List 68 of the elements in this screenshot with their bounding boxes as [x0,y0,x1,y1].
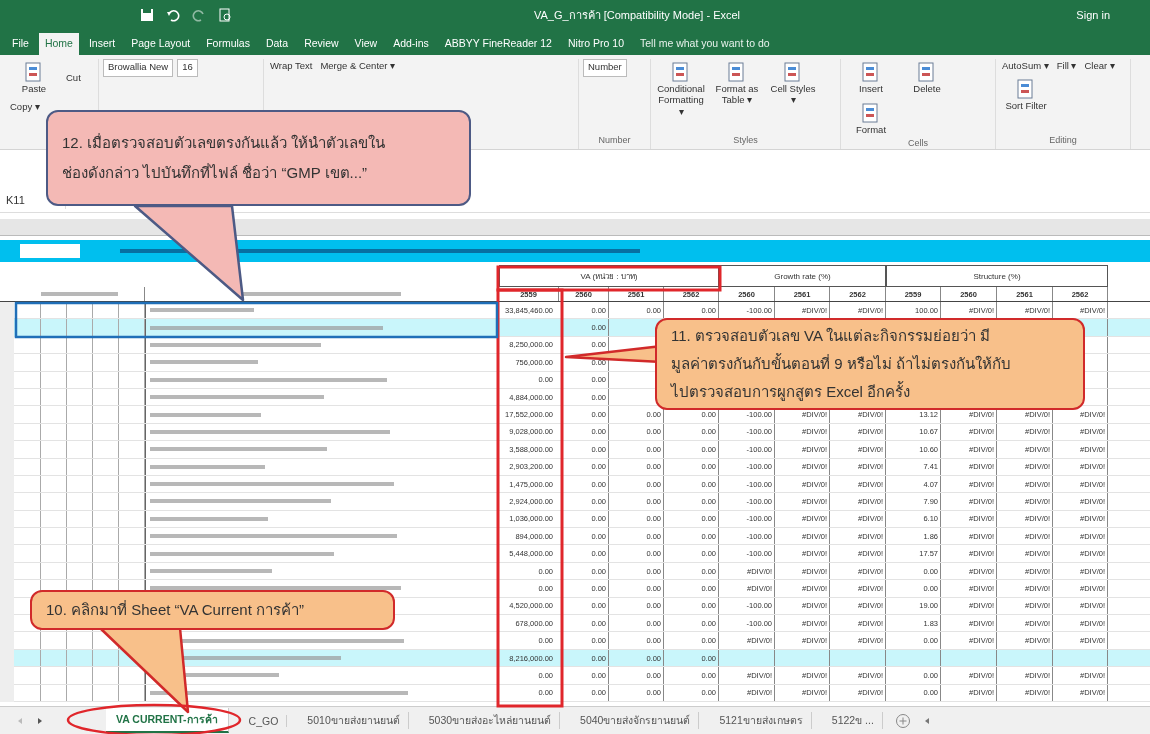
ribbon-button[interactable]: Fill ▾ [1054,59,1079,72]
ribbon-tab[interactable]: Add-ins [387,33,435,55]
column-group-header: Growth rate (%) [719,265,886,287]
ribbon-button[interactable]: Insert [845,59,897,97]
ribbon-tab[interactable]: Review [298,33,345,55]
group-label: Styles [732,135,759,147]
callout-text: 12. เมื่อตรวจสอบตัวเลขตรงกันแล้ว ให้นำตัวเลขใน [62,132,387,153]
sheet-tab[interactable]: 5122ข ... [823,712,883,729]
ribbon-button[interactable]: AutoSum ▾ [1000,59,1051,72]
ribbon-tab[interactable]: Nitro Pro 10 [561,33,630,55]
ribbon-button[interactable]: Sort Filter [1000,76,1052,114]
sheet-tab[interactable]: VA CURRENT-การค้า [106,708,229,733]
window-title: VA_G_การค้า [Compatibility Mode] - Excel [534,8,741,23]
document-icon [671,61,691,83]
ribbon-button[interactable]: Wrap Text [268,59,315,72]
ribbon-button[interactable]: Merge & Center ▾ [318,59,398,72]
ribbon-dropdown[interactable]: Browallia New [103,59,174,77]
ribbon-button[interactable]: Cut [64,59,83,97]
ribbon-button[interactable]: Format [845,100,897,138]
ribbon-button[interactable]: Copy ▾ [8,100,42,114]
sheet-tab[interactable]: 5030ขายส่งอะไหล่ยานยนต์ [420,712,561,729]
ribbon-tab[interactable]: Home [38,33,79,55]
ribbon-button[interactable]: Delete [901,59,953,97]
ribbon-button[interactable]: Cell Styles ▾ [767,59,819,120]
document-icon [783,61,803,83]
ribbon-dropdown[interactable]: Number [583,59,627,77]
document-icon [727,61,747,83]
document-icon [1016,78,1036,100]
ribbon-tab[interactable]: Data [259,33,295,55]
ribbon-button[interactable]: Conditional Formatting ▾ [655,59,707,120]
print-preview-icon[interactable] [218,8,232,22]
document-icon [861,61,881,83]
undo-icon[interactable] [166,8,180,22]
callout-text: มูลค่าตรงกันกับขั้นตอนที่ 9 หรือไม่ ถ้าไม่ตรงกันให้กับ [671,352,1012,375]
add-sheet-icon[interactable] [894,712,911,729]
ribbon-button[interactable]: Clear ▾ [1082,59,1117,72]
group-label: Number [597,135,632,147]
ribbon-tab[interactable]: Page Layout [125,33,197,55]
sheet-tab[interactable]: 5040ขายส่งจักรยานยนต์ [572,712,700,729]
callout-text: 10. คลิกมาที่ Sheet “VA Current การค้า” [46,599,305,620]
document-icon [917,61,937,83]
ribbon-tab[interactable]: Insert [82,33,122,55]
ribbon-tab[interactable]: File [6,33,35,55]
column-group-header: Structure (%) [886,265,1108,287]
ribbon-dropdown[interactable]: 16 [177,59,198,77]
group-label: Cells [907,137,929,149]
sign-in-link[interactable]: Sign in [1076,9,1110,21]
ribbon-tab[interactable]: ABBYY FineReader 12 [438,33,558,55]
redo-icon[interactable] [192,8,206,22]
ribbon-button[interactable]: Format as Table ▾ [711,59,763,120]
callout-text: 11. ตรวจสอบตัวเลข VA ในแต่ละกิจกรรมย่อยว่า มี [671,326,992,346]
form-label-drawing [20,244,80,258]
sheet-tab[interactable]: C_GO [240,714,288,727]
scroll-right-icon[interactable] [36,716,44,725]
name-box[interactable]: K11 [6,194,25,206]
callout-text: ไปตรวจสอบการผูกสูตร Excel อีกครั้ง [671,380,911,403]
sheet-tab[interactable]: 5010ขายส่งยานยนต์ [299,712,409,729]
save-icon[interactable] [140,8,154,22]
ribbon-tab[interactable]: Formulas [200,33,256,55]
column-group-header: VA (หน่วย : บาท) [499,265,719,287]
ribbon-tab[interactable]: View [348,33,384,55]
callout-text: ช่องดังกล่าว ไปบันทึกที่ไฟล์ ชื่อว่า “GMP เขต...” [62,162,369,183]
tell-me-search[interactable]: Tell me what you want to do [634,33,776,55]
group-label: Editing [1048,135,1078,147]
document-icon [24,61,44,83]
document-icon [861,102,881,125]
sheet-tab[interactable]: 5121ขายส่งเกษตร [711,712,812,729]
ribbon-button[interactable]: Paste [8,59,60,97]
